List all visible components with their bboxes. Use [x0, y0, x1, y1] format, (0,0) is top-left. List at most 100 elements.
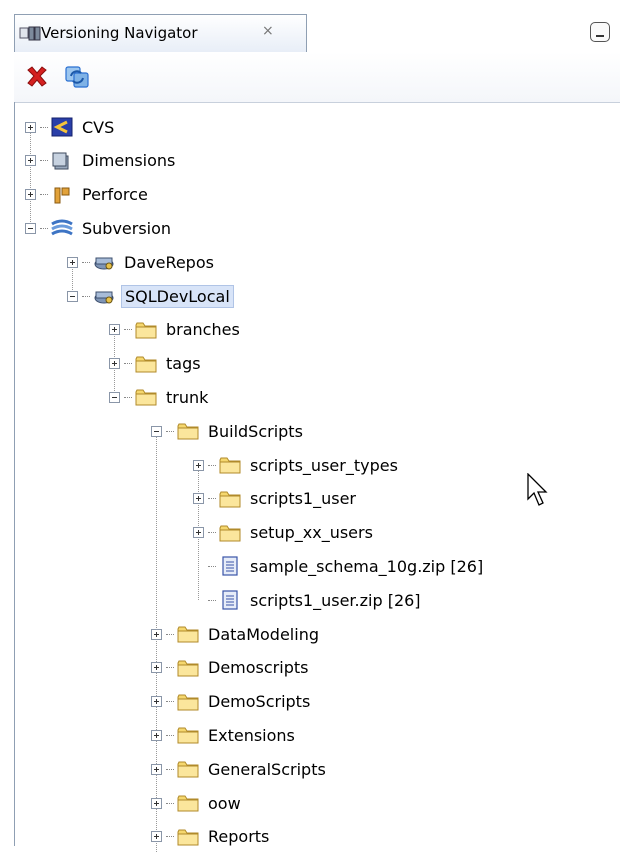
tree-node[interactable]: Subversion [25, 213, 174, 243]
collapse-icon[interactable] [67, 290, 78, 302]
expand-icon[interactable] [25, 189, 36, 201]
folder-icon [135, 322, 157, 339]
toolbar [14, 52, 620, 103]
tree-node[interactable]: Perforce [25, 180, 151, 210]
tree-node[interactable]: CVS [25, 112, 117, 142]
tree-node[interactable]: Extensions [151, 720, 298, 750]
tree-node[interactable]: Reports [151, 822, 272, 852]
delete-icon[interactable] [24, 64, 50, 90]
tree-node[interactable]: SQLDevLocal [67, 281, 234, 311]
minimize-button[interactable] [590, 22, 610, 42]
tree-node[interactable]: scripts1_user.zip [26] [193, 585, 424, 615]
folder-icon [177, 626, 199, 643]
tree-node-label: Reports [208, 827, 270, 847]
tree-connector [166, 667, 174, 669]
expand-icon[interactable] [151, 763, 162, 775]
folder-icon [135, 356, 157, 373]
folder-icon [219, 457, 241, 474]
tree-node[interactable]: tags [109, 349, 204, 379]
expand-icon[interactable] [193, 493, 204, 505]
tree-node[interactable]: scripts_user_types [193, 450, 401, 480]
tree-connector [40, 126, 48, 128]
subversion-icon [51, 219, 73, 236]
mouse-cursor-icon [527, 473, 548, 506]
expand-icon[interactable] [151, 628, 162, 640]
tree-node[interactable]: BuildScripts [151, 416, 306, 446]
folder-icon [177, 761, 199, 778]
expand-icon[interactable] [25, 155, 36, 167]
tree-node-label: Subversion [82, 218, 172, 238]
tree-connector [208, 498, 216, 500]
collapse-icon[interactable] [151, 425, 162, 437]
tree-connector [82, 295, 90, 297]
tree-node[interactable]: DataModeling [151, 619, 322, 649]
tree-node[interactable]: setup_xx_users [193, 518, 376, 548]
folder-icon [219, 525, 241, 542]
tree-node[interactable]: Dimensions [25, 146, 178, 176]
tab-strip: Versioning Navigator × [14, 14, 620, 53]
tree-node[interactable]: scripts1_user [193, 484, 359, 514]
tree-node-label: BuildScripts [208, 421, 303, 441]
tab-versioning-navigator[interactable]: Versioning Navigator × [14, 14, 307, 52]
expand-icon[interactable] [193, 527, 204, 539]
tree-node-label: Demoscripts [208, 658, 309, 678]
tree-node[interactable]: branches [109, 315, 243, 345]
tree-node-label: DaveRepos [124, 252, 214, 272]
tree-connector [166, 430, 174, 432]
tree-connector [166, 768, 174, 770]
folder-icon [177, 694, 199, 711]
repository-icon [94, 291, 114, 304]
folder-icon [219, 491, 241, 508]
expand-icon[interactable] [151, 831, 162, 843]
tree-node-label: branches [166, 320, 240, 340]
repository-icon [94, 257, 114, 270]
tree-node-label: GeneralScripts [208, 759, 326, 779]
expand-icon[interactable] [151, 797, 162, 809]
tree-connector [40, 160, 48, 162]
collapse-icon[interactable] [25, 222, 36, 234]
tree-node[interactable]: sample_schema_10g.zip [26] [193, 551, 486, 581]
folder-icon [177, 727, 199, 744]
tree-node[interactable]: Demoscripts [151, 653, 311, 683]
tree-node[interactable]: DemoScripts [151, 687, 313, 717]
tree-node[interactable]: GeneralScripts [151, 754, 329, 784]
tree-connector [40, 194, 48, 196]
refresh-icon[interactable] [64, 64, 90, 90]
tree-connector [124, 363, 132, 365]
tree-node-label: trunk [166, 387, 209, 407]
cvs-icon [51, 117, 73, 137]
tree-node[interactable]: trunk [109, 382, 211, 412]
tree-node-label: DemoScripts [208, 692, 311, 712]
tree-connector [40, 227, 48, 229]
expand-icon[interactable] [151, 729, 162, 741]
tree-node-label: setup_xx_users [250, 523, 373, 543]
tree-node-label: CVS [82, 117, 115, 137]
close-icon[interactable]: × [262, 23, 274, 39]
expand-icon[interactable] [151, 696, 162, 708]
tree-node-label: scripts_user_types [250, 455, 398, 475]
tree-node[interactable]: DaveRepos [67, 247, 217, 277]
folder-icon [177, 795, 199, 812]
expand-icon[interactable] [25, 121, 36, 133]
tree-connector [208, 599, 216, 601]
expand-icon[interactable] [151, 662, 162, 674]
tree-connector [208, 464, 216, 466]
collapse-icon[interactable] [109, 391, 120, 403]
tree-connector [166, 701, 174, 703]
expand-icon[interactable] [109, 358, 120, 370]
expand-icon[interactable] [193, 459, 204, 471]
expand-icon[interactable] [109, 324, 120, 336]
tree-node-label: scripts1_user.zip [26] [250, 590, 421, 610]
tree-connector [208, 565, 216, 567]
tree-node[interactable]: oow [151, 788, 244, 818]
tree-connector [208, 532, 216, 534]
dimensions-icon [52, 152, 69, 170]
tree-node-label: tags [166, 354, 201, 374]
tree-node-label: Dimensions [82, 151, 176, 171]
versioning-navigator-icon [19, 26, 41, 41]
file-icon [222, 556, 238, 576]
file-icon [222, 590, 238, 610]
expand-icon[interactable] [67, 256, 78, 268]
tree-node-label: oow [208, 793, 241, 813]
tree-connector [166, 633, 174, 635]
